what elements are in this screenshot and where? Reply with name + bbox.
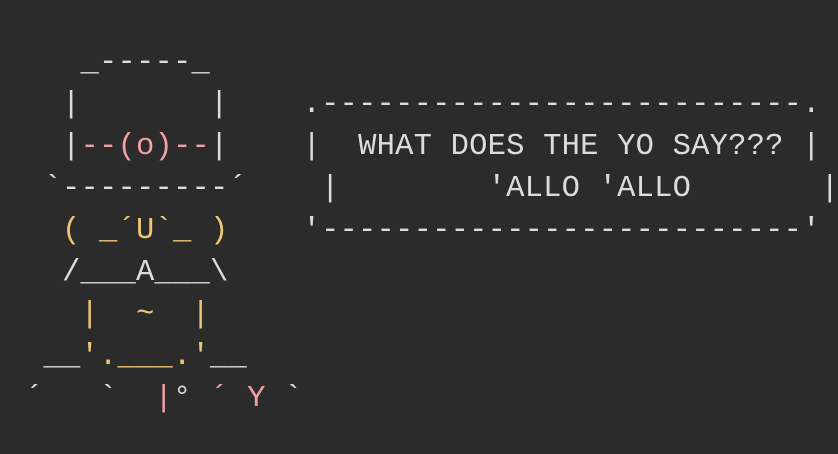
terminal-output: _-----_ | | .--------------------------.… — [0, 0, 838, 454]
ascii-line-mouth-bubble-bottom: ( _´U`_ ) '--------------------------' — [25, 210, 821, 252]
ascii-line-hat-top: _-----_ — [25, 42, 210, 84]
ascii-eye: --(o)-- — [80, 130, 211, 164]
ascii-segment: /___A___\ — [25, 256, 229, 290]
speech-bubble-message-1: | | WHAT DOES THE YO SAY??? | — [210, 130, 821, 164]
ascii-segment: __ — [210, 340, 248, 374]
ascii-segment: '.___.' — [80, 340, 211, 374]
ascii-segment: | — [25, 130, 81, 164]
ascii-line-legs: ´ ` |° ´ Y ` — [25, 378, 303, 420]
ascii-line-body: | ~ | — [25, 294, 210, 336]
ascii-line-shoulders: /___A___\ — [25, 252, 229, 294]
ascii-segment: __ — [25, 340, 81, 374]
speech-bubble-message-2: `---------´ | 'ALLO 'ALLO | — [25, 172, 838, 206]
ascii-line-brim-message: `---------´ | 'ALLO 'ALLO | — [25, 168, 838, 210]
ascii-mouth: ( _´U`_ ) — [25, 214, 303, 248]
speech-bubble-bottom-border: '--------------------------' — [302, 214, 821, 248]
ascii-line-hat-bubble-top: | | .--------------------------. — [25, 84, 821, 126]
ascii-segment: ´ ` — [25, 382, 155, 416]
ascii-line-face-message: |--(o)--| | WHAT DOES THE YO SAY??? | — [25, 126, 821, 168]
ascii-segment: ´ Y — [210, 382, 266, 416]
ascii-segment: | | — [25, 88, 303, 122]
ascii-segment: _-----_ — [25, 46, 211, 80]
ascii-segment: | — [154, 382, 174, 416]
ascii-segment: ° — [173, 382, 211, 416]
ascii-segment: ` — [265, 382, 303, 416]
speech-bubble-top-border: .--------------------------. — [302, 88, 821, 122]
ascii-line-belt: __'.___.'__ — [25, 336, 247, 378]
ascii-segment: | ~ | — [25, 298, 211, 332]
